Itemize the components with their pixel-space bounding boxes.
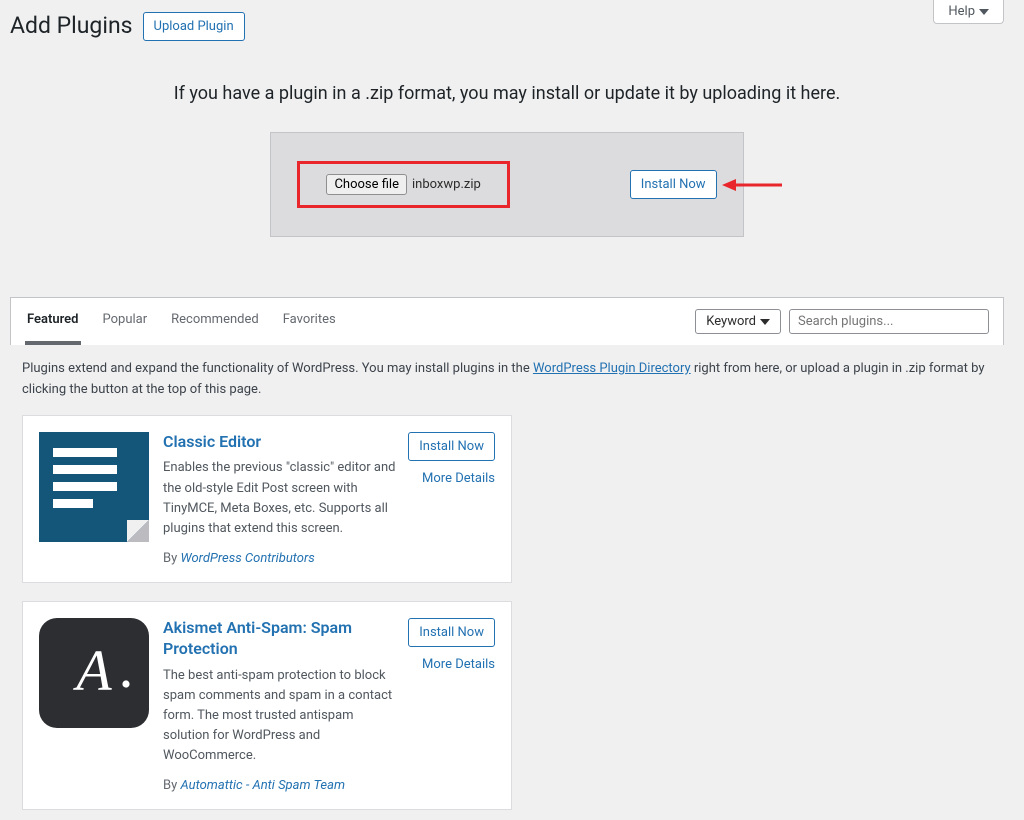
tab-popular[interactable]: Popular [101, 298, 150, 345]
plugin-card: A Akismet Anti-Spam: Spam Protection The… [22, 601, 512, 810]
plugin-title-link[interactable]: Akismet Anti-Spam: Spam Protection [163, 618, 396, 660]
plugin-description: Enables the previous "classic" editor an… [163, 458, 396, 539]
search-type-label: Keyword [706, 314, 756, 329]
akismet-icon: A [39, 618, 149, 728]
install-button[interactable]: Install Now [408, 618, 495, 648]
upload-instruction: If you have a plugin in a .zip format, y… [30, 83, 984, 104]
chevron-down-icon [979, 7, 989, 17]
svg-text:A: A [72, 638, 112, 703]
tab-favorites[interactable]: Favorites [281, 298, 338, 345]
intro-text: Plugins extend and expand the functional… [10, 345, 1004, 415]
help-tab[interactable]: Help [933, 0, 1004, 24]
plugin-grid: Classic Editor Enables the previous "cla… [10, 415, 1004, 820]
intro-prefix: Plugins extend and expand the functional… [22, 361, 533, 376]
filter-tabs: Featured Popular Recommended Favorites [25, 298, 338, 345]
plugin-title-link[interactable]: Classic Editor [163, 432, 396, 453]
help-label: Help [948, 4, 975, 19]
plugin-author-link[interactable]: Automattic - Anti Spam Team [180, 778, 345, 793]
plugin-directory-link[interactable]: WordPress Plugin Directory [533, 361, 691, 376]
plugin-author: By WordPress Contributors [163, 551, 396, 566]
file-input-highlight: Choose file inboxwp.zip [297, 161, 509, 208]
install-wrap: Install Now [630, 170, 717, 200]
plugin-author-link[interactable]: WordPress Contributors [180, 551, 314, 566]
upload-plugin-button[interactable]: Upload Plugin [143, 12, 245, 42]
plugin-filter-bar: Featured Popular Recommended Favorites K… [10, 297, 1004, 345]
more-details-link[interactable]: More Details [422, 657, 495, 672]
by-label: By [163, 778, 180, 793]
choose-file-button[interactable]: Choose file [326, 174, 407, 195]
search-input[interactable] [789, 309, 989, 334]
search-type-select[interactable]: Keyword [695, 309, 781, 334]
upload-form: Choose file inboxwp.zip Install Now [270, 132, 743, 237]
arrow-annotation [722, 176, 782, 194]
chevron-down-icon [760, 317, 770, 327]
plugin-description: The best anti-spam protection to block s… [163, 666, 396, 767]
classic-editor-icon [39, 432, 149, 542]
by-label: By [163, 551, 180, 566]
page-title: Add Plugins [10, 10, 133, 43]
tab-recommended[interactable]: Recommended [169, 298, 261, 345]
plugin-card: Classic Editor Enables the previous "cla… [22, 415, 512, 583]
more-details-link[interactable]: More Details [422, 471, 495, 486]
plugin-author: By Automattic - Anti Spam Team [163, 778, 396, 793]
selected-filename: inboxwp.zip [412, 177, 481, 192]
install-button[interactable]: Install Now [408, 432, 495, 462]
tab-featured[interactable]: Featured [25, 298, 81, 345]
install-now-button[interactable]: Install Now [630, 170, 717, 200]
